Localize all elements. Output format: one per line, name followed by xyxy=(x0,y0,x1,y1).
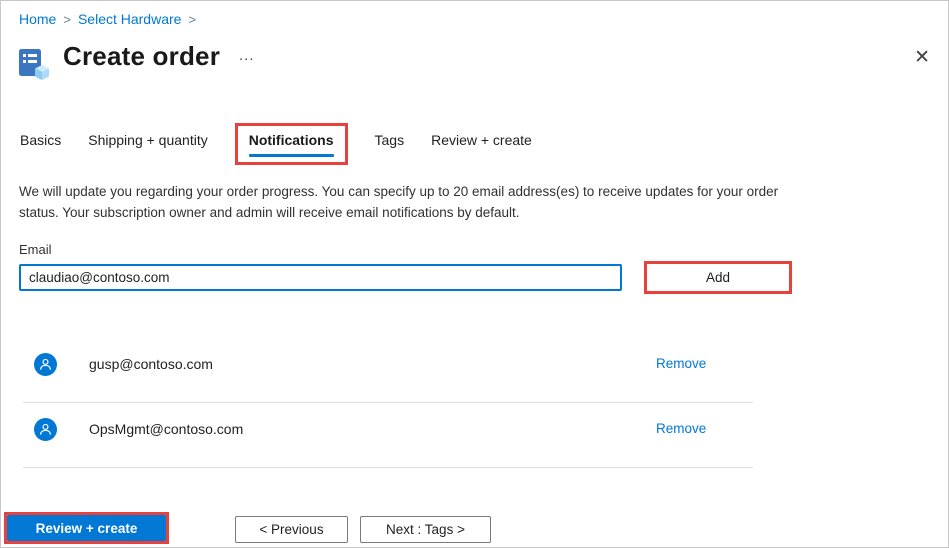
review-create-button[interactable]: Review + create xyxy=(7,515,166,541)
email-list-item: gusp@contoso.com Remove xyxy=(1,343,948,387)
tab-tags[interactable]: Tags xyxy=(375,123,405,148)
breadcrumb: Home > Select Hardware > xyxy=(19,11,203,27)
email-address: OpsMgmt@contoso.com xyxy=(89,421,244,437)
user-avatar-icon xyxy=(34,418,57,441)
more-options-icon[interactable]: ... xyxy=(239,47,255,64)
breadcrumb-separator-icon: > xyxy=(63,12,71,27)
user-avatar-icon xyxy=(34,353,57,376)
list-divider xyxy=(23,467,753,468)
add-button-annotation: Add xyxy=(644,261,792,294)
tab-review-create[interactable]: Review + create xyxy=(431,123,532,148)
breadcrumb-select-hardware[interactable]: Select Hardware xyxy=(78,11,182,27)
review-create-annotation: Review + create xyxy=(4,512,169,544)
email-input[interactable] xyxy=(19,264,622,291)
create-order-pane: Home > Select Hardware > Create order ... ✕… xyxy=(0,0,949,548)
email-list-item: OpsMgmt@contoso.com Remove xyxy=(1,408,948,452)
create-order-icon xyxy=(15,47,51,83)
remove-link[interactable]: Remove xyxy=(656,356,706,371)
close-icon[interactable]: ✕ xyxy=(908,45,936,71)
email-address: gusp@contoso.com xyxy=(89,356,213,372)
page-title: Create order xyxy=(63,41,221,71)
tab-basics[interactable]: Basics xyxy=(20,123,61,148)
previous-button[interactable]: < Previous xyxy=(235,516,348,543)
breadcrumb-home[interactable]: Home xyxy=(19,11,56,27)
list-divider xyxy=(23,402,753,403)
email-field-label: Email xyxy=(19,242,52,257)
remove-link[interactable]: Remove xyxy=(656,421,706,436)
tab-shipping-quantity[interactable]: Shipping + quantity xyxy=(88,123,207,148)
next-tags-button[interactable]: Next : Tags > xyxy=(360,516,491,543)
tab-notifications[interactable]: Notifications xyxy=(234,123,348,165)
active-tab-underline xyxy=(248,154,334,157)
tab-bar: Basics Shipping + quantity Notifications… xyxy=(20,123,532,165)
notifications-description: We will update you regarding your order … xyxy=(19,184,779,220)
add-button[interactable]: Add xyxy=(647,264,789,291)
breadcrumb-separator-icon: > xyxy=(188,12,197,27)
tab-notifications-label: Notifications xyxy=(248,132,334,148)
